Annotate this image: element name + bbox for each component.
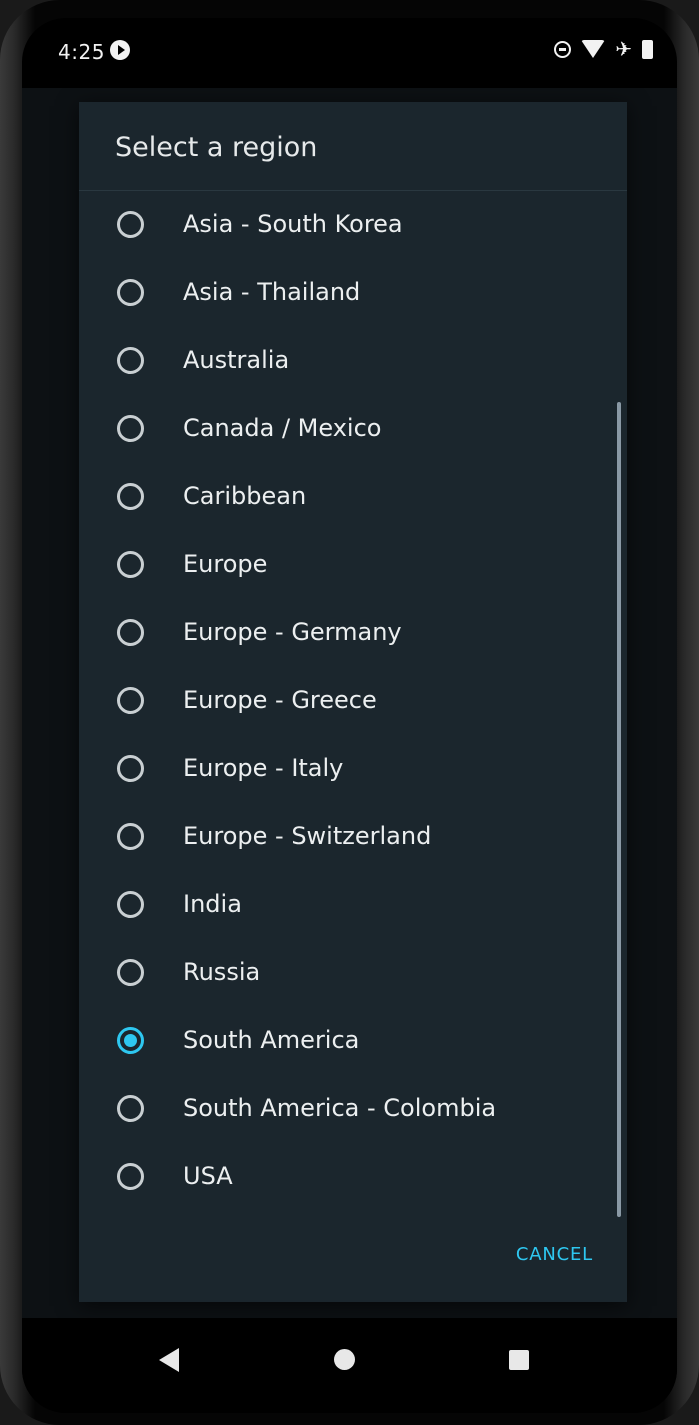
radio-unchecked-icon[interactable] xyxy=(117,958,144,986)
radio-unchecked-icon[interactable] xyxy=(117,618,144,646)
region-option[interactable]: Europe - Greece xyxy=(79,666,609,734)
region-option-label: Europe - Germany xyxy=(183,618,402,646)
region-option[interactable]: Caribbean xyxy=(79,462,609,530)
region-option[interactable]: Asia - Thailand xyxy=(79,258,609,326)
status-bar: 4:25 ✈ xyxy=(22,18,677,88)
radio-unchecked-icon[interactable] xyxy=(117,754,144,782)
region-option[interactable]: Europe xyxy=(79,530,609,598)
region-option[interactable]: USA xyxy=(79,1142,609,1210)
status-time: 4:25 xyxy=(58,40,105,64)
radio-checked-icon[interactable] xyxy=(117,1026,144,1054)
region-option-label: South America - Colombia xyxy=(183,1094,497,1122)
radio-unchecked-icon[interactable] xyxy=(117,550,144,578)
wifi-icon xyxy=(581,40,606,58)
region-option-label: Asia - South Korea xyxy=(183,210,403,238)
play-notification-icon xyxy=(110,40,130,60)
region-option-label: Canada / Mexico xyxy=(183,414,382,442)
region-option[interactable]: Russia xyxy=(79,938,609,1006)
cancel-button[interactable]: CANCEL xyxy=(508,1236,601,1273)
radio-unchecked-icon[interactable] xyxy=(117,278,144,306)
battery-icon xyxy=(642,39,653,59)
region-option[interactable]: South America - Colombia xyxy=(79,1074,609,1142)
region-option-list[interactable]: Asia - South Korea Asia - Thailand Austral… xyxy=(79,190,627,1260)
region-option[interactable]: Australia xyxy=(79,326,609,394)
scrollbar[interactable] xyxy=(617,402,621,1217)
region-option-label: Europe - Italy xyxy=(183,754,344,782)
dialog-title: Select a region xyxy=(115,132,318,163)
region-option-label: South America xyxy=(183,1026,360,1054)
radio-unchecked-icon[interactable] xyxy=(117,346,144,374)
region-option[interactable]: Canada / Mexico xyxy=(79,394,609,462)
navigation-bar xyxy=(22,1318,677,1413)
region-option[interactable]: South America xyxy=(79,1006,609,1074)
region-option[interactable]: Europe - Switzerland xyxy=(79,802,609,870)
radio-unchecked-icon[interactable] xyxy=(117,414,144,442)
back-icon[interactable] xyxy=(159,1348,179,1372)
radio-unchecked-icon[interactable] xyxy=(117,686,144,714)
region-option-label: Australia xyxy=(183,346,290,374)
region-dialog: Select a region Asia - South Korea Asia -… xyxy=(79,102,627,1302)
screen: 4:25 ✈ Select a region Asia - South Kore… xyxy=(22,18,677,1413)
region-option-label: India xyxy=(183,890,242,918)
region-option[interactable]: Europe - Italy xyxy=(79,734,609,802)
region-option-label: Europe xyxy=(183,550,268,578)
home-icon[interactable] xyxy=(334,1349,355,1370)
region-option-label: USA xyxy=(183,1162,233,1190)
radio-unchecked-icon[interactable] xyxy=(117,482,144,510)
do-not-disturb-icon xyxy=(554,40,572,58)
region-option-label: Asia - Thailand xyxy=(183,278,361,306)
region-option-label: Europe - Switzerland xyxy=(183,822,432,850)
region-option[interactable]: India xyxy=(79,870,609,938)
radio-unchecked-icon[interactable] xyxy=(117,890,144,918)
region-option-label: Russia xyxy=(183,958,261,986)
region-option-label: Caribbean xyxy=(183,482,307,510)
radio-unchecked-icon[interactable] xyxy=(117,822,144,850)
phone-frame: 4:25 ✈ Select a region Asia - South Kore… xyxy=(0,0,699,1425)
status-icons: ✈ xyxy=(554,39,653,59)
region-option-label: Europe - Greece xyxy=(183,686,377,714)
airplane-mode-icon: ✈ xyxy=(615,37,632,61)
radio-unchecked-icon[interactable] xyxy=(117,1094,144,1122)
region-option[interactable]: Asia - South Korea xyxy=(79,190,609,258)
recents-icon[interactable] xyxy=(509,1350,529,1370)
radio-unchecked-icon[interactable] xyxy=(117,210,144,238)
radio-unchecked-icon[interactable] xyxy=(117,1162,144,1190)
region-option[interactable]: Europe - Germany xyxy=(79,598,609,666)
